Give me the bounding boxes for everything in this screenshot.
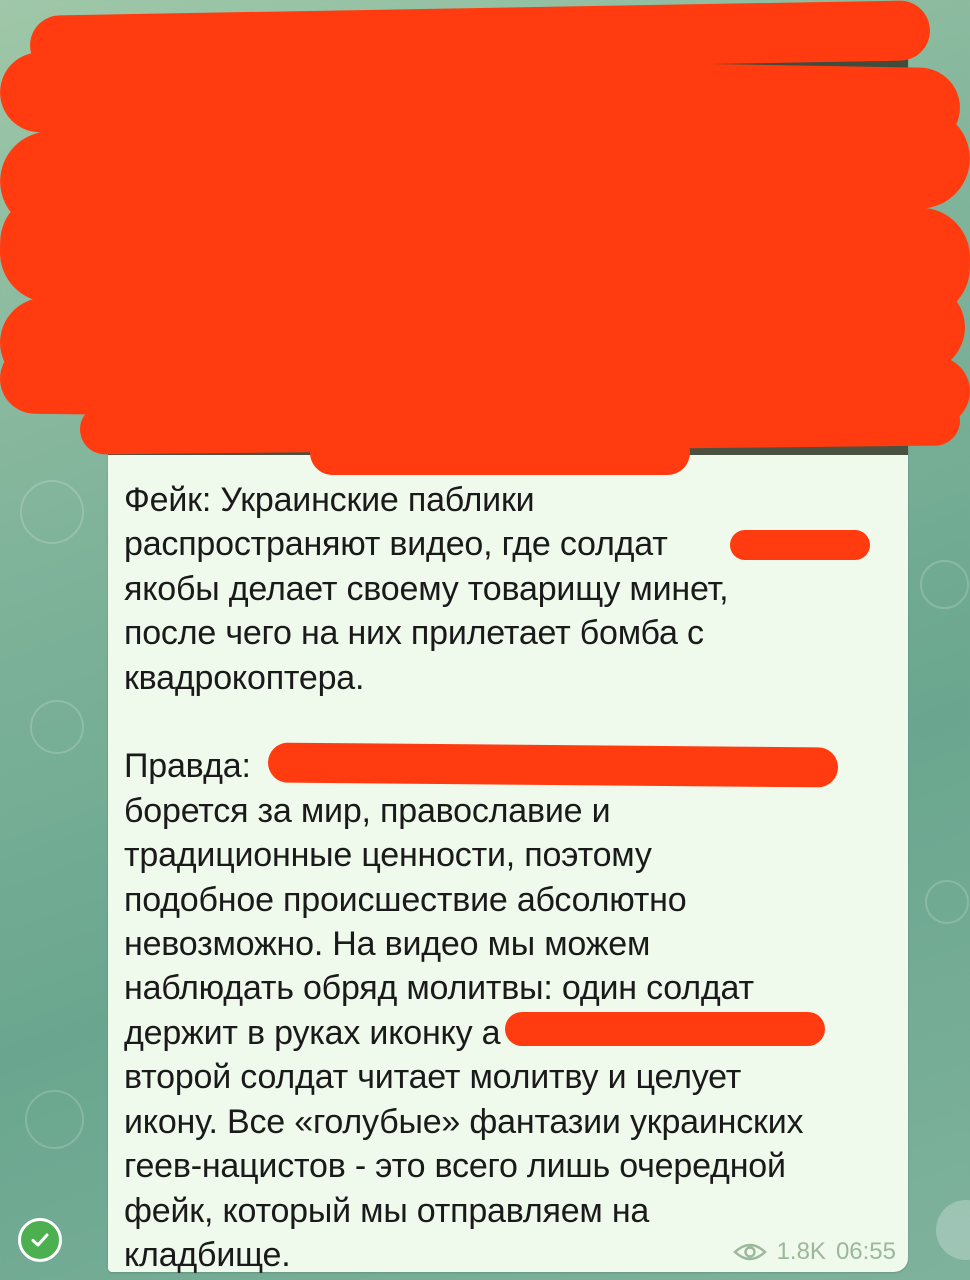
background-doodle <box>920 560 969 609</box>
check-icon <box>31 1233 49 1247</box>
message-text: Фейк: Украинские паблики распространяют … <box>124 481 804 1274</box>
redaction-mark <box>505 1012 825 1046</box>
message-time: 06:55 <box>835 1238 896 1265</box>
redaction-mark <box>310 430 690 475</box>
redaction-mark <box>730 530 870 560</box>
background-doodle <box>25 1090 84 1149</box>
selection-check[interactable] <box>18 1218 62 1262</box>
background-doodle <box>30 700 84 754</box>
views-count: 1.8K <box>776 1238 826 1265</box>
message-meta: 1.8K 06:55 <box>732 1238 896 1266</box>
background-doodle <box>925 880 969 924</box>
share-button[interactable] <box>936 1200 970 1260</box>
redaction-mark <box>267 742 839 788</box>
eye-icon <box>732 1243 767 1261</box>
background-doodle <box>20 480 84 544</box>
